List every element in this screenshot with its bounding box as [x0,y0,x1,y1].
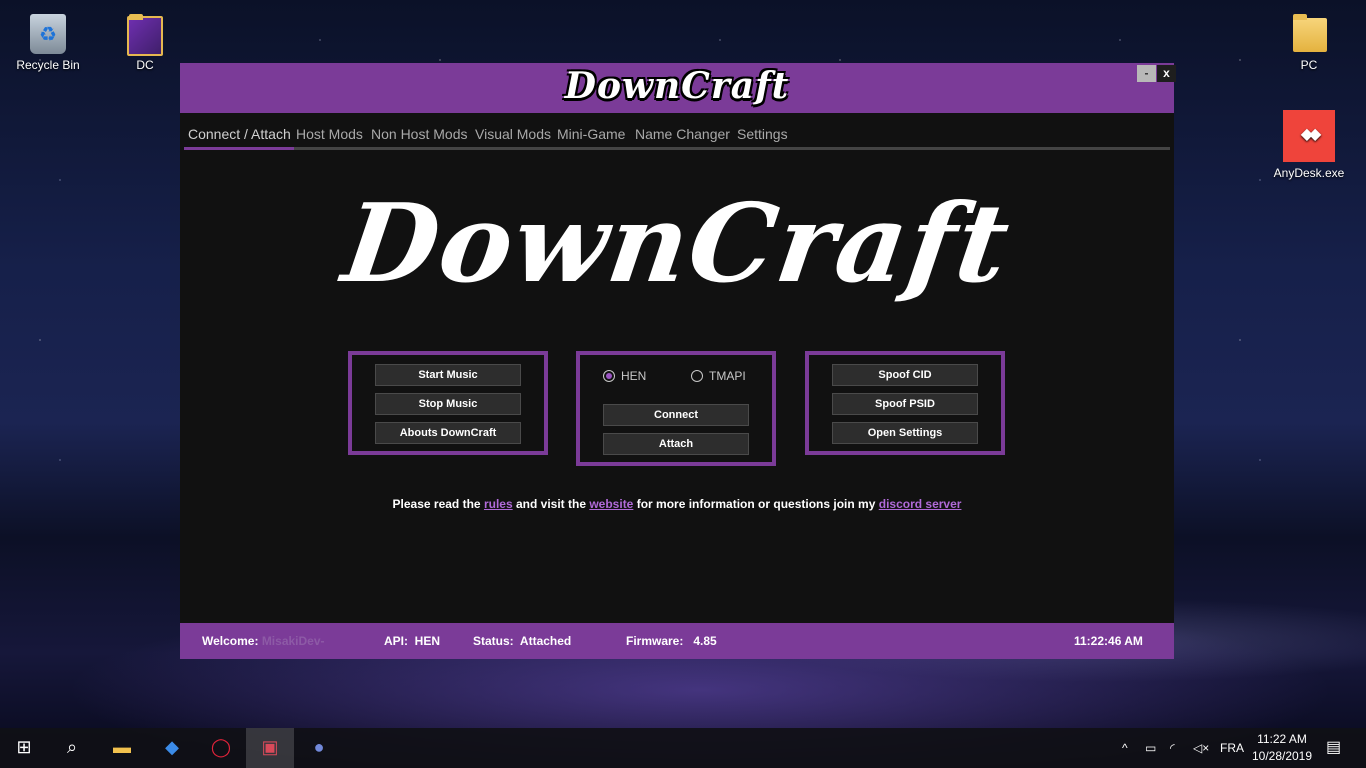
tab-mini-game[interactable]: Mini-Game [557,123,625,149]
radio-selected-indicator [603,370,615,382]
radio-tmapi[interactable]: TMAPI [691,369,746,383]
taskbar-downcraft[interactable]: ▣ [246,728,294,768]
welcome-status: Welcome: MisakiDev- [202,623,325,659]
radio-tmapi-label: TMAPI [709,369,746,383]
tab-visual-mods[interactable]: Visual Mods [475,123,551,149]
tab-settings[interactable]: Settings [737,123,788,149]
search-button[interactable]: ⌕ [48,728,96,768]
desktop-icon-label: PC [1300,58,1318,72]
attach-button[interactable]: Attach [603,433,749,455]
folder-icon [1287,10,1331,54]
taskbar-date: 10/28/2019 [1251,749,1313,763]
downcraft-window: DownCraft - x Connect / Attach Host Mods… [180,63,1176,659]
firmware-label: Firmware: [626,634,684,648]
open-settings-button[interactable]: Open Settings [832,422,978,444]
info-text-part: for more information or questions join m… [636,497,876,511]
stop-music-button[interactable]: Stop Music [375,393,521,415]
api-value: HEN [414,634,441,648]
firmware-status: Firmware: 4.85 [626,623,717,659]
downcraft-logo: DownCraft [335,181,1019,307]
rules-link[interactable]: rules [484,497,513,511]
minimize-button[interactable]: - [1137,65,1156,82]
windows-logo-icon: ⊞ [16,737,32,757]
taskbar-time: 11:22 AM [1257,732,1307,746]
playstation-icon: ◆ [165,737,179,757]
welcome-value: MisakiDev- [261,634,325,648]
status-value: Attached [519,634,572,648]
tab-host-mods[interactable]: Host Mods [296,123,363,149]
discord-server-link[interactable]: discord server [879,497,962,511]
connection-status: Status: Attached [473,623,571,659]
network-icon[interactable]: ◜ [1170,728,1175,768]
active-tab-indicator [184,147,294,150]
info-text-part: Please read the [392,497,481,511]
start-music-button[interactable]: Start Music [375,364,521,386]
connect-button[interactable]: Connect [603,404,749,426]
status-label: Status: [473,634,514,648]
tab-connect-attach[interactable]: Connect / Attach [188,123,291,149]
api-label: API: [384,634,408,648]
radio-unselected-indicator [691,370,703,382]
tab-name-changer[interactable]: Name Changer [635,123,730,149]
info-text-part: and visit the [515,497,586,511]
anydesk-desktop-icon[interactable]: AnyDesk.exe [1269,110,1349,180]
battery-icon[interactable]: ▭ [1145,728,1156,768]
desktop-icon-label: DC [136,58,154,72]
desktop-icon-label: Recycle Bin [16,58,80,72]
radio-hen[interactable]: HEN [603,369,646,383]
desktop-icon-label: AnyDesk.exe [1273,166,1345,180]
close-button[interactable]: x [1157,65,1176,82]
start-button[interactable]: ⊞ [0,728,48,768]
title-bar[interactable]: DownCraft - x [180,63,1176,113]
downcraft-app-icon: ▣ [261,737,279,757]
api-status: API: HEN [384,623,440,659]
language-indicator[interactable]: FRA [1220,728,1244,768]
opera-icon: ◯ [210,737,232,757]
search-icon: ⌕ [66,737,78,757]
spoof-cid-button[interactable]: Spoof CID [832,364,978,386]
status-bar: Welcome: MisakiDev- API: HEN Status: Att… [180,623,1174,659]
spoof-panel: Spoof CID Spoof PSID Open Settings [805,351,1005,455]
pc-folder-desktop-icon[interactable]: PC [1269,10,1349,72]
taskbar-discord[interactable]: ● [295,728,343,768]
recycle-bin-desktop-icon[interactable]: Recycle Bin [8,10,88,72]
recycle-bin-icon [30,14,66,54]
spoof-psid-button[interactable]: Spoof PSID [832,393,978,415]
notification-center-icon[interactable]: ▤ [1326,728,1341,768]
radio-hen-label: HEN [621,369,647,383]
tab-bar: Connect / Attach Host Mods Non Host Mods… [184,123,1170,151]
anydesk-icon [1283,110,1335,162]
welcome-label: Welcome: [202,634,259,648]
taskbar-file-explorer[interactable]: ▬ [98,728,146,768]
music-panel: Start Music Stop Music Abouts DownCraft [348,351,548,455]
tab-divider [184,147,1170,150]
taskbar: ⊞ ⌕ ▬ ◆ ◯ ▣ ● ^ ▭ ◜ ◁× FRA 11:22 AM 10/2… [0,728,1366,768]
connect-panel: HEN TMAPI Connect Attach [576,351,776,466]
title-logo: DownCraft [564,65,790,107]
info-text: Please read the rules and visit the webs… [180,497,1174,511]
taskbar-clock[interactable]: 11:22 AM 10/28/2019 [1244,731,1320,765]
show-hidden-icons[interactable]: ^ [1122,728,1128,768]
dc-folder-desktop-icon[interactable]: DC [105,10,185,72]
taskbar-playstation[interactable]: ◆ [148,728,196,768]
status-clock: 11:22:46 AM [1074,634,1143,648]
firmware-value: 4.85 [693,634,717,648]
tab-non-host-mods[interactable]: Non Host Mods [371,123,467,149]
folder-icon [123,10,167,56]
volume-muted-icon[interactable]: ◁× [1193,728,1209,768]
taskbar-opera[interactable]: ◯ [197,728,245,768]
file-explorer-icon: ▬ [113,737,131,757]
discord-icon: ● [313,737,325,757]
abouts-downcraft-button[interactable]: Abouts DownCraft [375,422,521,444]
website-link[interactable]: website [589,497,633,511]
